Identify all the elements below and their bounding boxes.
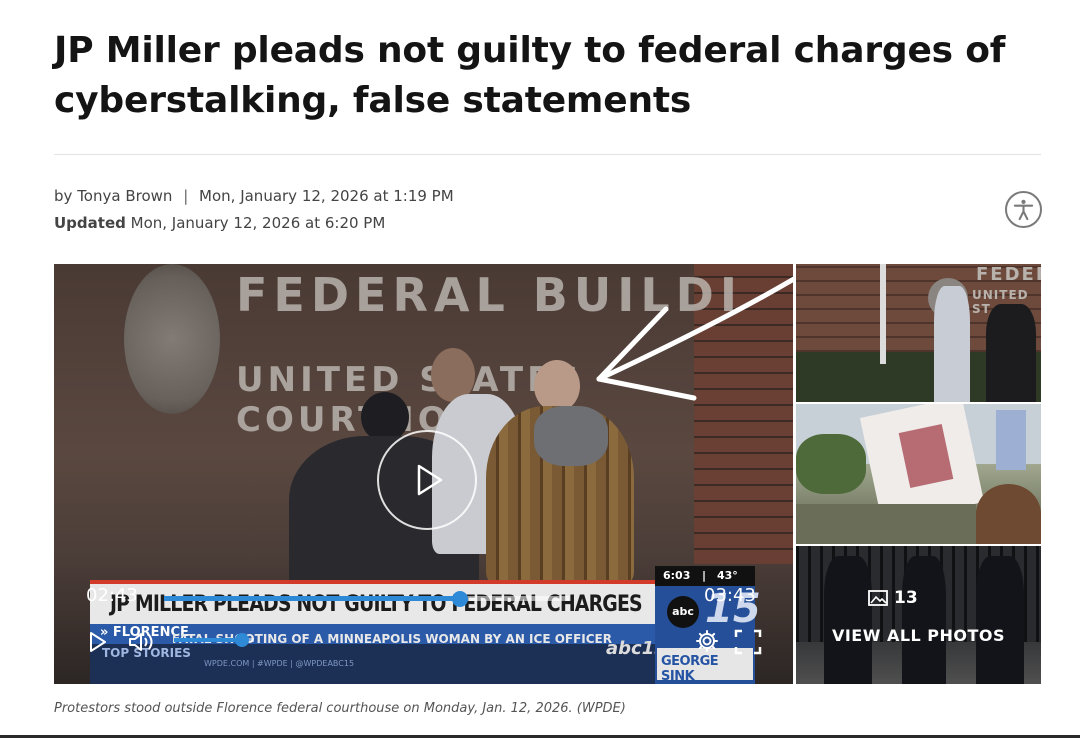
headline-divider: [54, 154, 1041, 155]
photo-count-value: 13: [894, 588, 918, 608]
volume-button[interactable]: [128, 631, 156, 657]
image-icon: [868, 590, 888, 606]
current-time: 02:43: [86, 585, 138, 606]
settings-button[interactable]: [695, 629, 719, 657]
person-head: [361, 392, 409, 442]
weather-time: 6:03: [663, 569, 691, 582]
accessibility-icon: [1013, 199, 1034, 221]
updated-line: Updated Mon, January 12, 2026 at 6:20 PM: [54, 212, 385, 234]
volume-slider-fill: [174, 638, 242, 642]
view-all-photos-link[interactable]: VIEW ALL PHOTOS: [796, 626, 1041, 645]
weather-bug: 6:03 | 43°: [655, 566, 755, 586]
protest-sign-2: [996, 410, 1026, 470]
volume-slider-handle[interactable]: [235, 633, 249, 647]
gallery-thumbnail[interactable]: [796, 404, 1041, 544]
thumbnail-person: [934, 286, 970, 402]
building-sign-line-1: FEDERAL BUILDI: [236, 268, 743, 322]
thumbnail-flagpole: [880, 264, 886, 364]
play-icon: [417, 464, 443, 496]
volume-slider[interactable]: [174, 633, 254, 647]
play-icon: [90, 632, 106, 652]
thumbnail-overlay: [796, 546, 1041, 684]
seek-bar-fill: [164, 596, 460, 601]
play-overlay-button[interactable]: [377, 430, 477, 530]
updated-label: Updated: [54, 214, 126, 232]
accessibility-button[interactable]: [1005, 191, 1042, 228]
duration: 03:43: [704, 585, 756, 606]
play-button[interactable]: [88, 631, 108, 657]
seek-bar-handle[interactable]: [451, 591, 468, 607]
gallery-view-all[interactable]: 13 VIEW ALL PHOTOS: [796, 546, 1041, 684]
volume-icon: [129, 633, 153, 651]
gallery-thumbnail[interactable]: FEDERA UNITED ST: [796, 264, 1041, 402]
protester: [976, 484, 1041, 544]
thumbnail-person: [986, 304, 1036, 402]
seek-bar[interactable]: [164, 591, 569, 607]
thumbnail-crowd: [796, 504, 976, 544]
federal-seal: [124, 264, 220, 414]
photo-count: 13: [868, 588, 918, 608]
weather-temp: 43°: [717, 569, 738, 582]
lower-third-web: WPDE.COM | #WPDE | @WPDEABC15: [204, 659, 355, 668]
gear-icon: [696, 630, 718, 652]
published-date: Mon, January 12, 2026 at 1:19 PM: [199, 187, 454, 205]
abc-logo: abc: [667, 596, 699, 628]
video-player[interactable]: FEDERAL BUILDI UNITED STATES COURTHO JP …: [54, 264, 793, 684]
fullscreen-button[interactable]: [734, 629, 762, 659]
author-link[interactable]: Tonya Brown: [77, 187, 172, 205]
byline-prefix: by: [54, 187, 73, 205]
person-hood: [534, 406, 608, 466]
byline: by Tonya Brown | Mon, January 12, 2026 a…: [54, 185, 454, 207]
person-head: [534, 360, 580, 412]
photo-caption: Protestors stood outside Florence federa…: [54, 701, 626, 716]
lower-third-headline-bar: JP MILLER PLEADS NOT GUILTY TO FEDERAL C…: [90, 584, 655, 624]
fullscreen-icon: [734, 629, 762, 655]
thumbnail-tree: [796, 434, 866, 494]
updated-date: Mon, January 12, 2026 at 6:20 PM: [130, 214, 386, 232]
byline-separator: |: [183, 187, 189, 205]
thumbnail-sign: FEDERA: [976, 264, 1041, 285]
weather-separator: |: [702, 569, 707, 582]
article-headline: JP Miller pleads not guilty to federal c…: [54, 30, 1006, 121]
